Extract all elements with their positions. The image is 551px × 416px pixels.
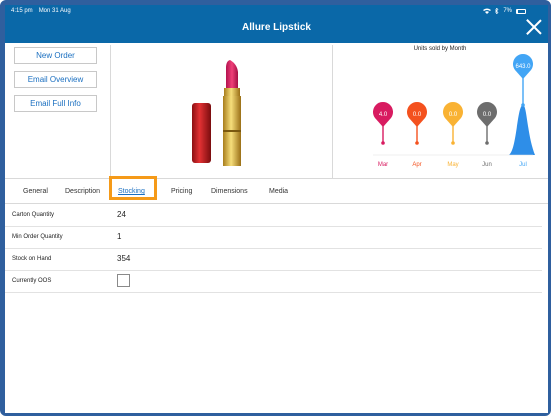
status-bar: 4:15 pm Mon 31 Aug [11, 8, 71, 14]
wifi-icon [483, 8, 492, 14]
status-indicators: 7% [483, 8, 526, 14]
page-title: Allure Lipstick [242, 22, 311, 33]
units-chart: 4.0 Mar 0.0 Apr 0.0 May 0.0 Jun 643.0 Jul [373, 54, 535, 168]
field-row: Min Order Quantity 1 [5, 227, 542, 249]
month-label: Jul [519, 162, 527, 168]
data-point [451, 141, 455, 145]
tab-dimensions[interactable]: Dimensions [211, 188, 248, 195]
app-screen: 4:15 pm Mon 31 Aug 7% Allure Lipstick Ne… [5, 5, 548, 413]
new-order-button[interactable]: New Order [14, 47, 97, 64]
month-label: Jun [482, 162, 492, 168]
field-label: Carton Quantity [12, 212, 55, 218]
field-row: Carton Quantity 24 [5, 205, 542, 227]
field-row: Currently OOS [5, 271, 542, 293]
data-label: 643.0 [515, 64, 531, 70]
battery-percent: 7% [503, 8, 512, 14]
field-value: 1 [117, 232, 122, 241]
field-label: Stock on Hand [12, 256, 52, 262]
data-point [485, 141, 489, 145]
field-row: Stock on Hand 354 [5, 249, 542, 271]
data-label: 4.0 [379, 112, 388, 118]
battery-icon [516, 8, 526, 14]
tab-general[interactable]: General [23, 188, 48, 195]
email-full-info-button[interactable]: Email Full Info [14, 95, 97, 112]
currently-oos-checkbox[interactable] [117, 274, 130, 287]
field-label: Min Order Quantity [12, 234, 63, 240]
field-label: Currently OOS [12, 278, 52, 284]
status-time: 4:15 pm [11, 8, 33, 14]
divider [332, 45, 333, 178]
month-label: Apr [412, 162, 421, 168]
data-label: 0.0 [449, 112, 458, 118]
tab-pricing[interactable]: Pricing [171, 188, 192, 195]
email-overview-button[interactable]: Email Overview [14, 71, 97, 88]
data-point [415, 141, 419, 145]
device-frame: 4:15 pm Mon 31 Aug 7% Allure Lipstick Ne… [0, 0, 551, 416]
series-area [509, 105, 535, 155]
data-point [521, 103, 525, 107]
tab-description[interactable]: Description [65, 188, 100, 195]
tab-media[interactable]: Media [269, 188, 288, 195]
data-label: 0.0 [483, 112, 492, 118]
header-bar: 4:15 pm Mon 31 Aug 7% Allure Lipstick [5, 5, 548, 43]
data-point [381, 141, 385, 145]
status-date: Mon 31 Aug [38, 8, 71, 14]
divider [110, 45, 111, 178]
month-label: May [447, 162, 458, 168]
tab-bar: General Description Stocking Pricing Dim… [5, 178, 548, 204]
data-label: 0.0 [413, 112, 422, 118]
field-value: 354 [117, 254, 131, 263]
bluetooth-icon [495, 8, 499, 14]
product-image [192, 60, 241, 166]
tab-highlight [109, 176, 157, 200]
close-icon[interactable] [526, 19, 542, 35]
field-value: 24 [117, 210, 126, 219]
month-label: Mar [378, 162, 388, 168]
